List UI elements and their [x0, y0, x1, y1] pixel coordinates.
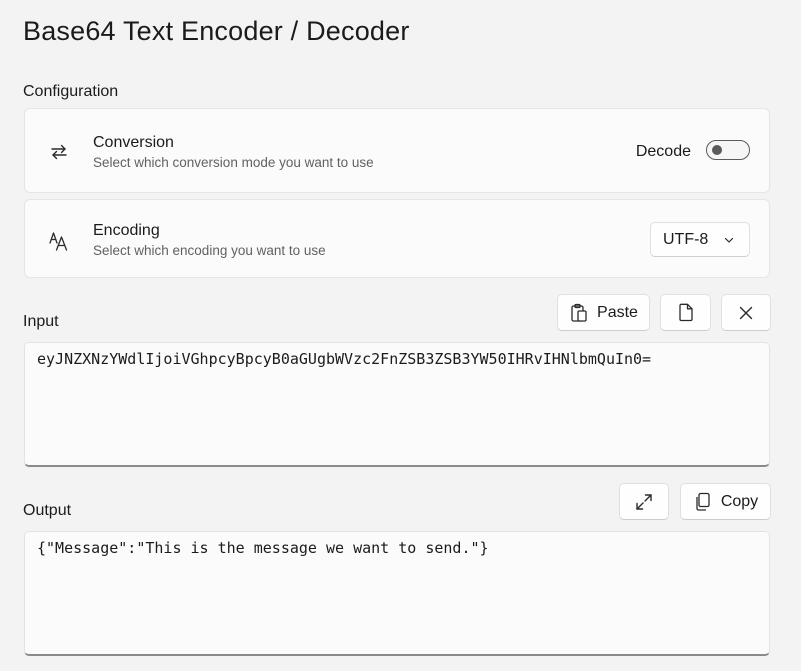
encoding-dropdown[interactable]: UTF-8 [650, 222, 750, 257]
close-icon [736, 303, 756, 323]
toggle-knob [712, 145, 722, 155]
encoding-setting-card: Encoding Select which encoding you want … [24, 199, 770, 278]
copy-icon [693, 492, 713, 512]
app-window: Base64 Text Encoder / Decoder Configurat… [0, 0, 801, 671]
swap-arrows-icon [47, 140, 71, 164]
conversion-setting-card: Conversion Select which conversion mode … [24, 108, 770, 193]
conversion-description: Select which conversion mode you want to… [93, 155, 374, 170]
copy-button[interactable]: Copy [680, 483, 771, 520]
font-size-icon [47, 229, 71, 253]
decode-toggle-label: Decode [635, 143, 691, 160]
clear-input-button[interactable] [721, 294, 771, 331]
paste-button-label: Paste [597, 303, 638, 321]
open-file-button[interactable] [660, 294, 711, 331]
chevron-down-icon [723, 233, 735, 245]
input-text: eyJNZXNzYWdlIjoiVGhpcyBpcyB0aGUgbWVzc2Fn… [37, 350, 652, 368]
encoding-title: Encoding [93, 222, 160, 239]
copy-button-label: Copy [720, 492, 759, 510]
page-title: Base64 Text Encoder / Decoder [23, 16, 410, 46]
document-icon [676, 303, 696, 323]
encoding-description: Select which encoding you want to use [93, 243, 326, 258]
output-text: {"Message":"This is the message we want … [37, 539, 489, 557]
input-textbox[interactable]: eyJNZXNzYWdlIjoiVGhpcyBpcyB0aGUgbWVzc2Fn… [24, 342, 770, 467]
expand-icon [634, 492, 654, 512]
output-section-label: Output [23, 502, 72, 519]
clipboard-paste-icon [569, 303, 589, 323]
configuration-section-label: Configuration [23, 83, 119, 100]
output-textbox[interactable]: {"Message":"This is the message we want … [24, 531, 770, 656]
expand-output-button[interactable] [619, 483, 669, 520]
paste-button[interactable]: Paste [557, 294, 650, 331]
encoding-selected-value: UTF-8 [663, 231, 709, 248]
conversion-title: Conversion [93, 134, 174, 151]
input-section-label: Input [23, 313, 59, 330]
decode-toggle[interactable] [706, 140, 750, 160]
